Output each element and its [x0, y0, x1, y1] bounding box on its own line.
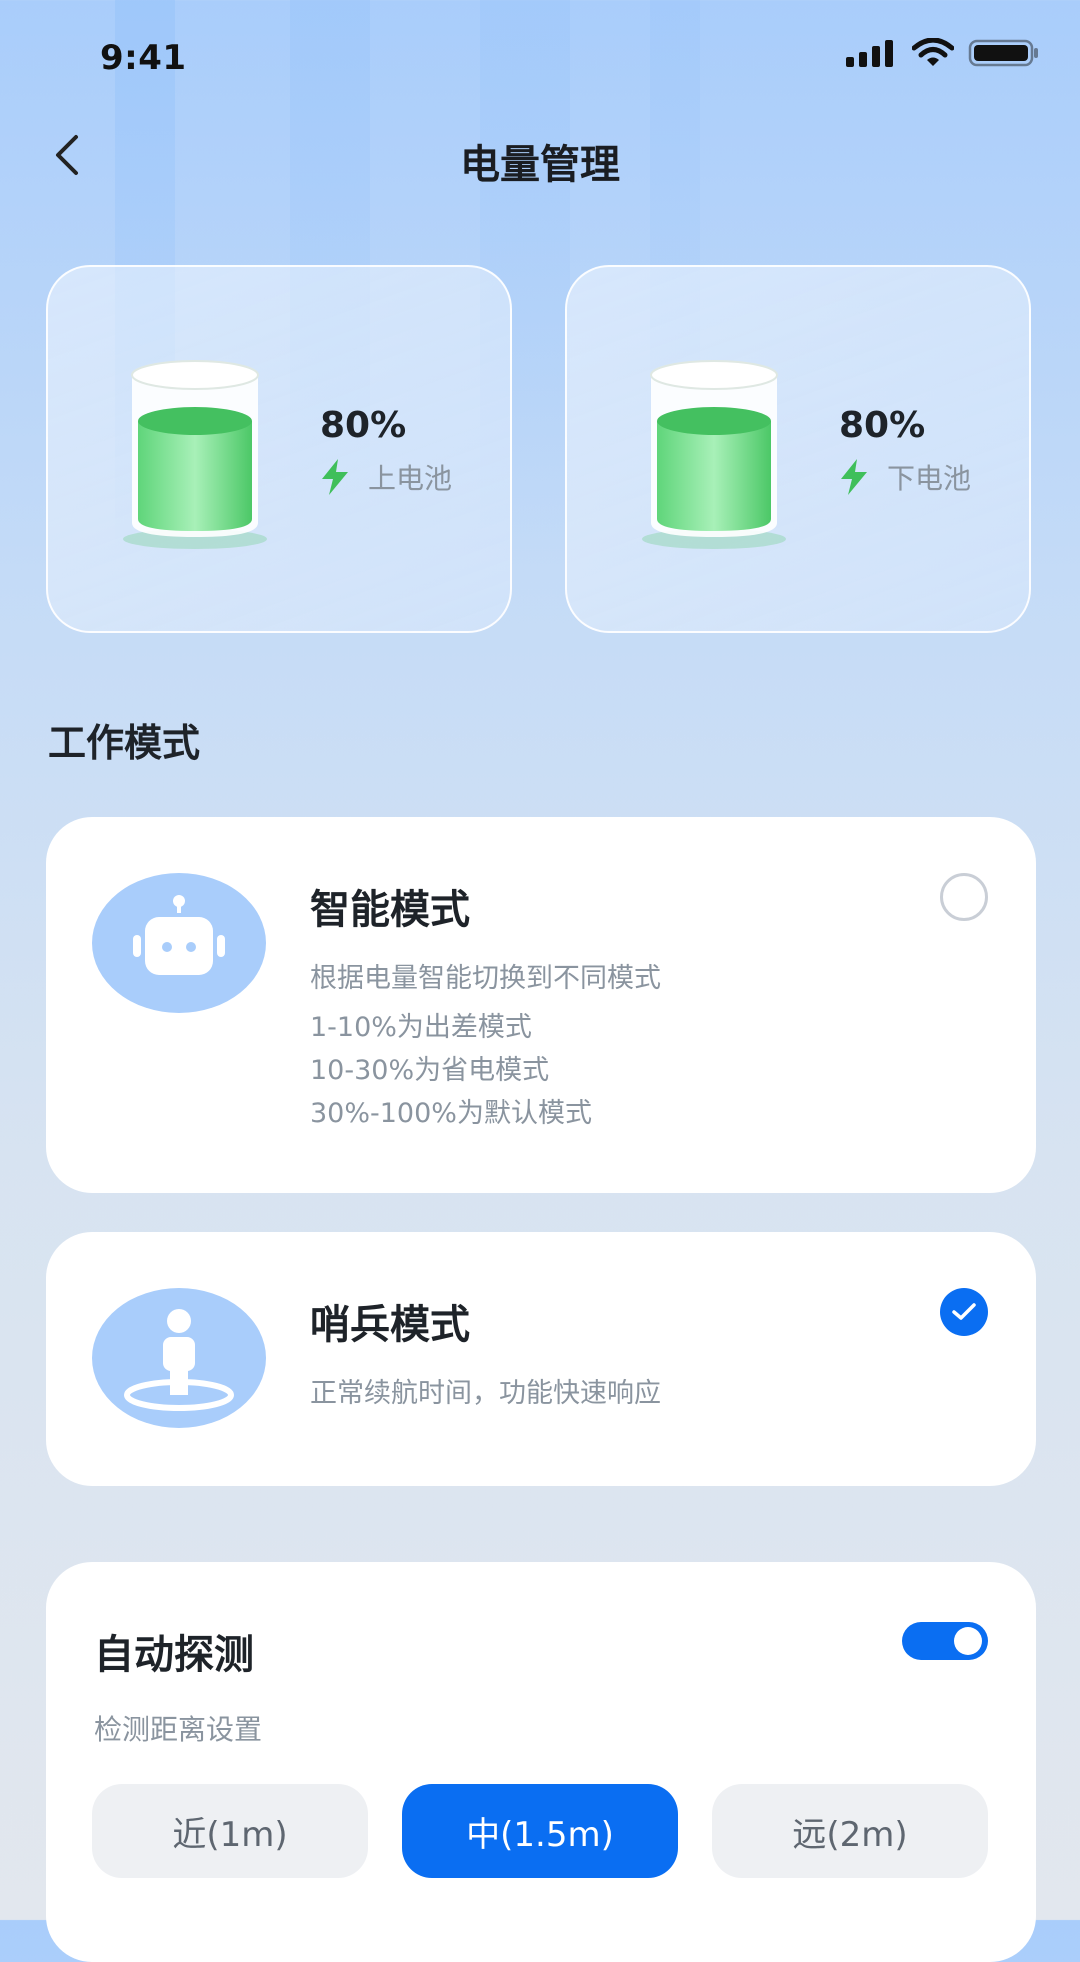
signal-icon — [846, 40, 893, 67]
battery-label: 下电池 — [887, 462, 972, 495]
distance-medium-button[interactable]: 中(1.5m) — [402, 1784, 678, 1878]
detect-distance-label: 检测距离设置 — [94, 1713, 263, 1746]
work-mode-section-title: 工作模式 — [48, 721, 201, 765]
smart-mode-card[interactable]: 智能模式 根据电量智能切换到不同模式 1-10%为出差模式 10-30%为省电模… — [46, 817, 1036, 1193]
mode-description-line: 30%-100%为默认模式 — [310, 1098, 592, 1129]
lower-battery-card: 80% 下电池 — [565, 265, 1031, 633]
nav-bar: 电量管理 — [0, 120, 1080, 192]
wifi-icon — [912, 38, 954, 66]
battery-percent: 80% — [320, 405, 407, 446]
check-icon — [952, 1303, 976, 1320]
mode-description-line: 根据电量智能切换到不同模式 — [310, 963, 661, 994]
smart-mode-radio[interactable] — [940, 873, 988, 921]
lightning-icon — [841, 459, 867, 495]
toggle-knob — [954, 1627, 982, 1655]
status-bar: 9:41 — [0, 0, 1080, 120]
sentinel-avatar — [92, 1288, 266, 1428]
mode-description-line: 1-10%为出差模式 — [310, 1012, 532, 1043]
distance-near-button[interactable]: 近(1m) — [92, 1784, 368, 1878]
auto-detect-title: 自动探测 — [94, 1632, 254, 1678]
battery-status-icon — [968, 39, 1038, 67]
auto-detect-toggle[interactable] — [902, 1622, 988, 1660]
status-icons — [846, 38, 1040, 68]
lightning-icon — [322, 459, 348, 495]
robot-avatar — [92, 873, 266, 1013]
mode-description-line: 10-30%为省电模式 — [310, 1055, 550, 1086]
page-title: 电量管理 — [460, 142, 620, 188]
mode-name: 哨兵模式 — [310, 1302, 470, 1348]
battery-cylinder-icon — [642, 360, 786, 549]
mode-description: 根据电量智能切换到不同模式 1-10%为出差模式 10-30%为省电模式 30%… — [310, 957, 661, 1135]
battery-percent: 80% — [839, 405, 926, 446]
auto-detect-card: 自动探测 检测距离设置 近(1m) 中(1.5m) 远(2m) — [46, 1562, 1036, 1962]
upper-battery-card: 80% 上电池 — [46, 265, 512, 633]
status-time: 9:41 — [100, 38, 187, 78]
sentinel-mode-card[interactable]: 哨兵模式 正常续航时间，功能快速响应 — [46, 1232, 1036, 1486]
sentinel-mode-radio[interactable] — [940, 1288, 988, 1336]
battery-cylinder-icon — [123, 360, 267, 549]
mode-description-line: 正常续航时间，功能快速响应 — [310, 1378, 661, 1409]
distance-far-button[interactable]: 远(2m) — [712, 1784, 988, 1878]
robot-icon — [133, 895, 225, 975]
battery-label: 上电池 — [368, 462, 453, 495]
mode-description: 正常续航时间，功能快速响应 — [310, 1372, 661, 1415]
person-standing-icon — [124, 1309, 234, 1411]
mode-name: 智能模式 — [310, 887, 470, 933]
